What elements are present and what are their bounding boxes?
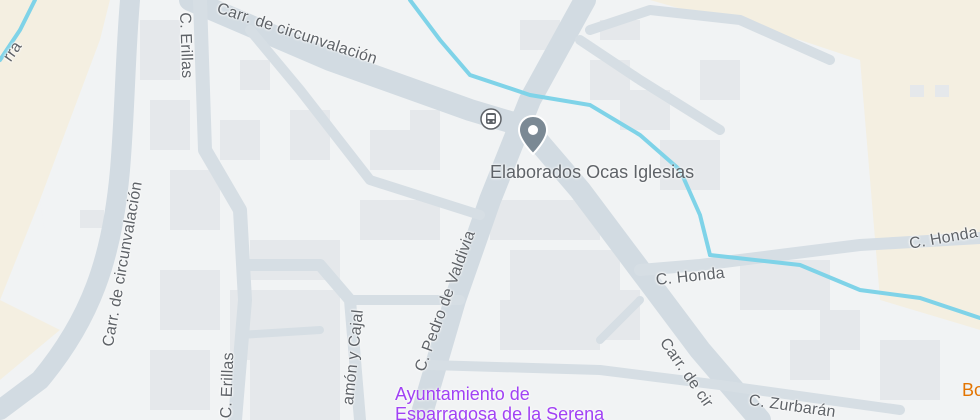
edge-poi-label[interactable]: Bo (962, 380, 980, 401)
poi-label[interactable]: Elaborados Ocas Iglesias (490, 162, 694, 183)
place-pin-icon[interactable] (516, 114, 550, 158)
bus-stop-icon[interactable] (480, 108, 502, 130)
civic-label[interactable]: Ayuntamiento de Esparragosa de la Serena (395, 384, 604, 420)
street-label-erillas-bottom: C. Erillas (218, 352, 238, 419)
civic-label-line1: Ayuntamiento de (395, 384, 530, 404)
street-label-erillas-top: C. Erillas (176, 12, 196, 79)
map-base-layer (0, 0, 980, 420)
civic-label-line2: Esparragosa de la Serena (395, 404, 605, 420)
map-canvas[interactable]: Carr. de circunvalación Carr. de circunv… (0, 0, 980, 420)
road-lower-left (236, 326, 324, 339)
